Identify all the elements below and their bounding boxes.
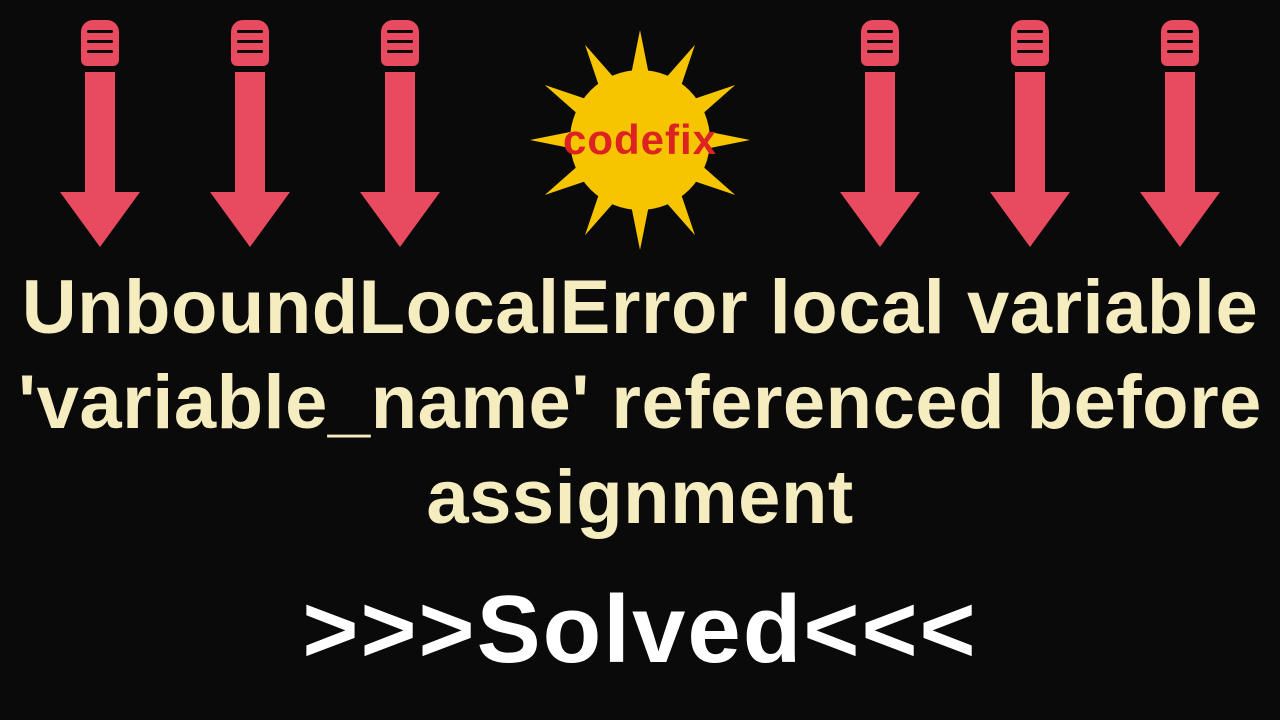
down-arrow-icon: [360, 20, 440, 247]
solved-word: Solved: [477, 576, 804, 683]
codefix-badge: codefix: [510, 20, 770, 260]
down-arrow-icon: [1140, 20, 1220, 247]
down-arrow-icon: [60, 20, 140, 247]
solved-banner: >>>Solved<<<: [0, 575, 1280, 685]
top-arrows-row: codefix: [0, 20, 1280, 260]
arrow-group-left: [60, 20, 440, 247]
down-arrow-icon: [210, 20, 290, 247]
error-message-text: UnboundLocalError local variable 'variab…: [0, 260, 1280, 545]
down-arrow-icon: [990, 20, 1070, 247]
starburst-icon: codefix: [545, 45, 735, 235]
solved-suffix: <<<: [803, 576, 977, 683]
arrow-group-right: [840, 20, 1220, 247]
solved-prefix: >>>: [302, 576, 476, 683]
codefix-badge-label: codefix: [563, 116, 717, 164]
down-arrow-icon: [840, 20, 920, 247]
